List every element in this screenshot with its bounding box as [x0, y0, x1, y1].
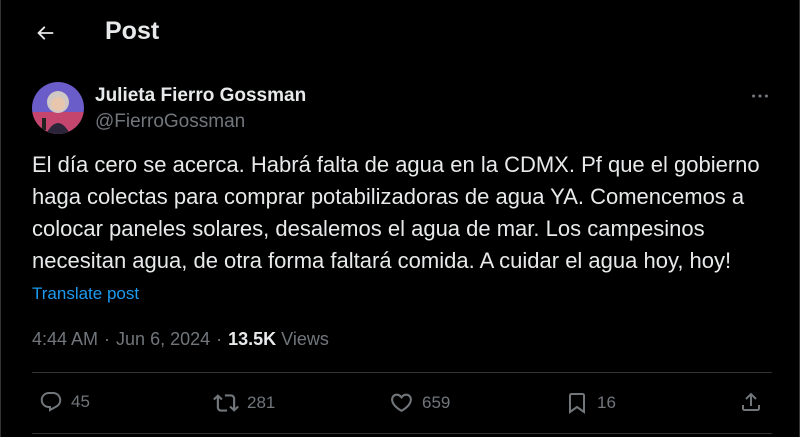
share-icon [742, 392, 760, 411]
post-date[interactable]: Jun 6, 2024 [116, 329, 210, 350]
arrow-left-icon [37, 26, 54, 40]
meta-separator: · [216, 329, 223, 349]
repost-button[interactable]: 281 [213, 390, 275, 416]
translate-post-link[interactable]: Translate post [32, 284, 139, 304]
repost-count: 281 [247, 393, 276, 412]
action-bar: 45 281 659 16 [1, 375, 799, 433]
more-options-button[interactable] [743, 82, 777, 110]
back-button[interactable] [27, 15, 63, 51]
share-button[interactable] [739, 390, 763, 414]
like-count: 659 [422, 392, 451, 412]
bookmark-count: 16 [597, 393, 616, 412]
post-metadata: 4:44 AM · Jun 6, 2024 · 13.5K Views [32, 329, 329, 350]
views-label: Views [281, 329, 329, 349]
divider [32, 372, 772, 373]
meta-separator: · [104, 329, 111, 349]
more-horizontal-icon [752, 94, 768, 98]
heart-icon [391, 393, 412, 413]
author-name[interactable]: Julieta Fierro Gossman [95, 85, 306, 107]
bookmark-icon [569, 393, 585, 414]
post-page: Post Julieta Fierro Gossman @FierroGossm… [0, 0, 800, 437]
like-button[interactable]: 659 [389, 390, 450, 415]
bookmark-button[interactable]: 16 [565, 390, 616, 416]
avatar[interactable] [32, 82, 84, 134]
divider [32, 433, 772, 434]
reply-icon [40, 392, 62, 412]
views-count: 13.5K [228, 329, 277, 349]
page-header: Post [1, 0, 799, 66]
reply-button[interactable]: 45 [39, 390, 90, 414]
author-handle[interactable]: @FierroGossman [95, 111, 245, 133]
repost-icon [213, 394, 239, 412]
reply-count: 45 [71, 392, 90, 411]
page-title: Post [105, 17, 160, 45]
post-text: El día cero se acerca. Habrá falta de ag… [32, 152, 760, 273]
post-time[interactable]: 4:44 AM [32, 329, 98, 350]
